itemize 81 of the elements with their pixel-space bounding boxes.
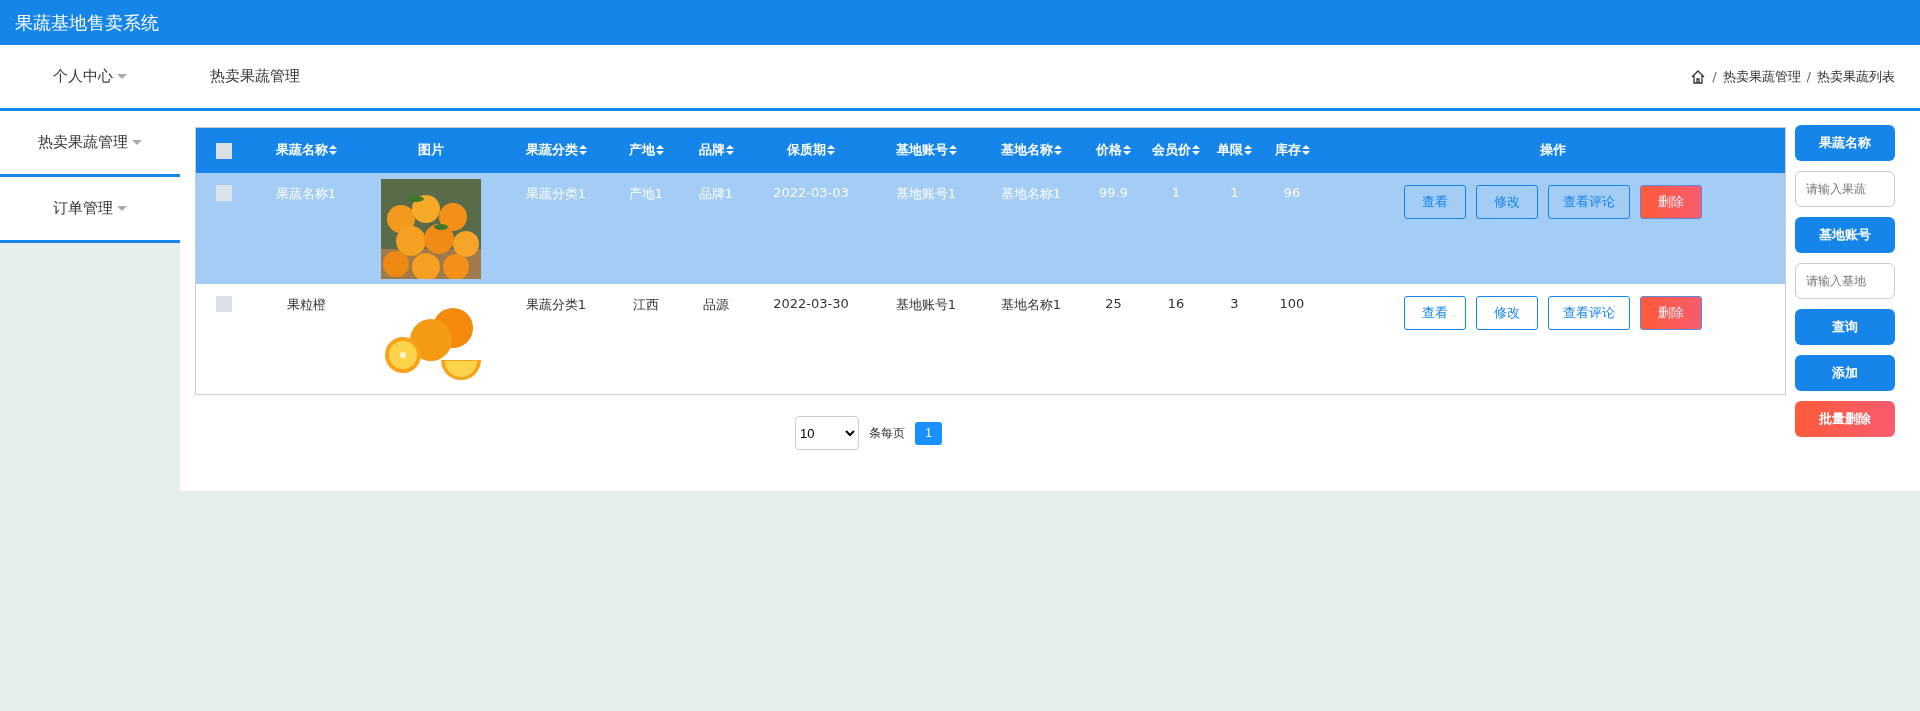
caret-icon: [132, 140, 142, 145]
breadcrumb-item[interactable]: 热卖果蔬列表: [1817, 67, 1895, 86]
column-header[interactable]: 品牌: [698, 141, 734, 160]
table-cell: 产地1: [628, 185, 664, 201]
table-cell: 果蔬分类1: [525, 296, 587, 312]
page-button[interactable]: 1: [915, 421, 942, 445]
column-header[interactable]: 价格: [1096, 141, 1131, 160]
table-cell: 基地账号1: [895, 296, 957, 312]
search-field[interactable]: 请输入基地: [1795, 263, 1895, 299]
table-cell: 25: [1105, 295, 1122, 311]
action-button[interactable]: 查看: [1404, 295, 1466, 330]
field-label-button[interactable]: 基地账号: [1795, 217, 1895, 253]
action-button[interactable]: 查看: [1404, 184, 1466, 219]
table-cell: 果粒橙: [286, 296, 326, 312]
delete-button[interactable]: 删除: [1640, 184, 1702, 219]
table-cell: 1: [1230, 184, 1239, 200]
table-cell: 3: [1230, 295, 1239, 311]
table-row[interactable]: 果粒橙 果蔬分类1 江西 品源 2022-03-30 基地账号1 基地名称1 25 16 3 100 查看 修改 查看评论 删除: [195, 283, 1786, 395]
delete-button[interactable]: 删除: [1640, 295, 1702, 330]
page-size-select[interactable]: 10: [795, 416, 859, 450]
table-cell: 果蔬名称1: [275, 185, 337, 201]
app-title: 果蔬基地售卖系统: [15, 10, 159, 35]
sort-icon: [328, 145, 337, 156]
caret-icon: [117, 74, 127, 79]
action-button[interactable]: 修改: [1476, 184, 1538, 219]
checkbox[interactable]: [215, 296, 232, 312]
column-header[interactable]: 单限: [1217, 141, 1252, 160]
table-cell: 江西: [633, 296, 659, 312]
breadcrumb-item[interactable]: 热卖果蔬管理: [1722, 67, 1801, 86]
checkbox[interactable]: [215, 185, 232, 201]
column-header[interactable]: 产地: [628, 141, 664, 160]
caret-icon: [117, 206, 127, 211]
sidebar-item[interactable]: 订单管理: [0, 177, 180, 243]
table-cell: 16: [1167, 295, 1185, 311]
column-header[interactable]: 果蔬名称: [275, 141, 337, 160]
action-button[interactable]: 查看评论: [1548, 184, 1630, 219]
table-cell: 1: [1171, 184, 1181, 200]
column-header[interactable]: 会员价: [1152, 141, 1200, 160]
column-header[interactable]: 基地名称: [1000, 141, 1062, 160]
column-header[interactable]: 库存: [1274, 141, 1310, 160]
column-header[interactable]: 基地账号: [895, 141, 957, 160]
column-header[interactable]: 保质期: [787, 141, 835, 160]
column-header: 操作: [1540, 141, 1566, 160]
action-button[interactable]: 查看评论: [1548, 295, 1630, 330]
table-cell: 99.9: [1099, 184, 1128, 200]
home-icon: [1690, 68, 1707, 85]
sort-icon: [1053, 145, 1062, 156]
page-size-label: 条每页: [869, 424, 905, 442]
table-cell: 基地账号1: [895, 185, 957, 201]
table-cell: 基地名称1: [1000, 185, 1062, 201]
action-button[interactable]: 修改: [1476, 295, 1538, 330]
sort-icon: [1123, 145, 1131, 156]
action-button[interactable]: 添加: [1795, 355, 1895, 391]
table-cell: 96: [1283, 184, 1301, 200]
breadcrumb-separator: /: [1805, 69, 1812, 84]
sidebar-item[interactable]: 热卖果蔬管理: [0, 111, 180, 177]
sort-icon: [725, 145, 734, 156]
column-header[interactable]: 果蔬分类: [525, 141, 587, 160]
sort-icon: [827, 145, 835, 156]
batch-delete-button[interactable]: 批量删除: [1795, 401, 1895, 437]
table-cell: 果蔬分类1: [525, 185, 587, 201]
column-header: 图片: [418, 141, 444, 160]
table-cell: 基地名称1: [1000, 296, 1062, 312]
table-cell: 2022-03-03: [773, 184, 849, 200]
page-title: 热卖果蔬管理: [210, 67, 300, 86]
table-row[interactable]: 果蔬名称1 果蔬分类1 产地1 品牌1 2022-03-03 基地账号1 基地名称1 99.9 1 1 96 查看 修改 查看评论 删除: [195, 172, 1786, 284]
table-cell: 100: [1279, 295, 1305, 311]
search-field[interactable]: 请输入果蔬: [1795, 171, 1895, 207]
sort-icon: [1192, 145, 1200, 156]
sort-icon: [1301, 145, 1310, 156]
sort-icon: [948, 145, 957, 156]
field-label-button[interactable]: 果蔬名称: [1795, 125, 1895, 161]
checkbox[interactable]: [215, 142, 232, 159]
action-button[interactable]: 查询: [1795, 309, 1895, 345]
table-cell: 品源: [703, 296, 729, 312]
sort-icon: [1244, 145, 1252, 156]
table-cell: 2022-03-30: [773, 295, 849, 311]
sort-icon: [655, 145, 664, 156]
breadcrumb-separator: /: [1711, 69, 1718, 84]
table-cell: 品牌1: [698, 185, 734, 201]
sort-icon: [578, 145, 587, 156]
